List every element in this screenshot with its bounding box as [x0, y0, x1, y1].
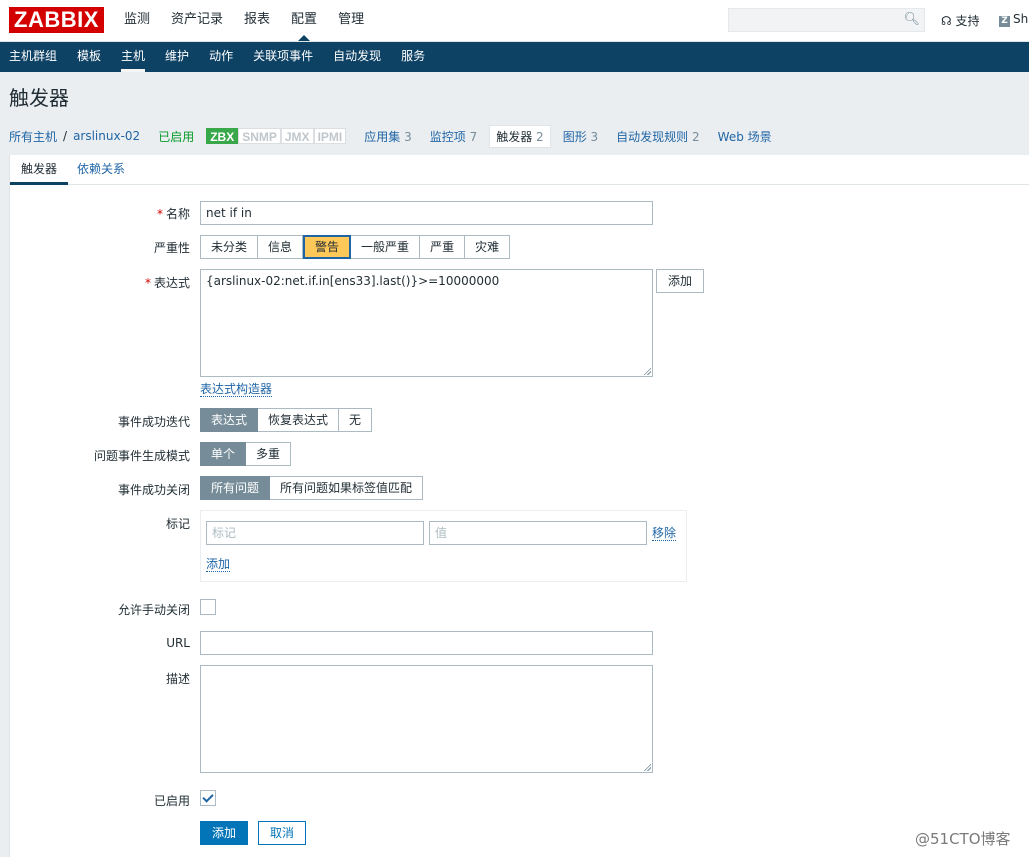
page-title: 触发器 [9, 86, 69, 110]
url-input[interactable] [200, 631, 653, 655]
tag-name-input[interactable]: 标记 [206, 521, 424, 545]
breadcrumb-host[interactable]: arslinux-02 [73, 129, 140, 143]
zabbix-logo[interactable]: ZABBIX [9, 7, 104, 33]
expression-add-button[interactable]: 添加 [656, 269, 705, 293]
severity-selector: 未分类 信息 警告 一般严重 严重 灾难 [200, 235, 511, 259]
description-label: 描述 [165, 672, 190, 686]
host-status-enabled[interactable]: 已启用 [158, 128, 194, 145]
ok-closes-all-problems[interactable]: 所有问题 [200, 476, 271, 500]
tag-value-input[interactable]: 值 [429, 521, 647, 545]
submenu-actions[interactable]: 动作 [209, 42, 233, 72]
submenu-maintenance[interactable]: 维护 [165, 42, 189, 72]
ok-event-expression[interactable]: 表达式 [200, 408, 259, 432]
submenu-services[interactable]: 服务 [401, 42, 425, 72]
host-link-triggers[interactable]: 触发器 2 [489, 124, 551, 148]
watermark: @51CTO博客 [915, 830, 1011, 848]
host-link-items[interactable]: 监控项 7 [430, 128, 477, 145]
share-z-icon: Z [999, 16, 1010, 27]
tag-add-link[interactable]: 添加 [206, 557, 231, 572]
host-link-web[interactable]: Web 场景 [718, 128, 772, 145]
name-label: * 名称 [156, 207, 190, 221]
problem-mode-label: 问题事件生成模式 [93, 449, 190, 463]
search-icon[interactable]: 🔍︎ [903, 12, 920, 27]
menu-reports[interactable]: 报表 [244, 0, 270, 42]
availability-ipmi: IPMI [313, 128, 347, 144]
breadcrumb-separator: / [63, 129, 68, 143]
trigger-form: * 名称 net if in 严重性 未分类 信息 警告 一般严重 严重 灾难 *… [9, 185, 1029, 857]
availability-zbx: ZBX [206, 128, 239, 144]
tab-dependencies[interactable]: 依赖关系 [77, 155, 125, 185]
main-menu: 监测 资产记录 报表 配置 管理 [124, 0, 385, 42]
availability-snmp: SNMP [238, 128, 281, 144]
url-label: URL [166, 636, 190, 650]
severity-average[interactable]: 一般严重 [351, 235, 421, 259]
enabled-checkbox[interactable] [200, 790, 216, 806]
name-input[interactable]: net if in [200, 201, 653, 225]
tag-remove-link[interactable]: 移除 [652, 526, 677, 541]
severity-warning[interactable]: 警告 [303, 235, 352, 259]
ok-event-none[interactable]: 无 [339, 408, 373, 432]
severity-information[interactable]: 信息 [258, 235, 304, 259]
expression-constructor-link[interactable]: 表达式构造器 [200, 382, 273, 397]
tags-label: 标记 [165, 517, 190, 531]
menu-configuration[interactable]: 配置 [291, 0, 317, 42]
sub-menu: 主机群组 模板 主机 维护 动作 关联项事件 自动发现 服务 [0, 42, 1029, 72]
submenu-correlation[interactable]: 关联项事件 [253, 42, 313, 72]
expression-textarea[interactable]: {arslinux-02:net.if.in[ens33].last()}>=1… [200, 269, 653, 377]
submenu-discovery[interactable]: 自动发现 [333, 42, 381, 72]
ok-closes-tag-match[interactable]: 所有问题如果标签值匹配 [270, 476, 424, 500]
problem-mode-selector: 单个 多重 [200, 442, 292, 466]
submenu-templates[interactable]: 模板 [77, 42, 101, 72]
headset-icon: ☊ [941, 14, 952, 28]
ok-event-generation-selector: 表达式 恢复表达式 无 [200, 408, 373, 432]
expression-label: * 表达式 [144, 276, 190, 290]
description-textarea[interactable] [200, 665, 653, 773]
availability-indicators: ZBX SNMP JMX IPMI [206, 128, 347, 144]
add-button[interactable]: 添加 [200, 821, 249, 845]
host-link-applications[interactable]: 应用集 3 [364, 128, 411, 145]
severity-not-classified[interactable]: 未分类 [200, 235, 259, 259]
top-bar: ZABBIX 监测 资产记录 报表 配置 管理 🔍︎ ☊ 支持 ZSha [0, 0, 1029, 42]
manual-close-checkbox[interactable] [200, 599, 216, 615]
host-link-discovery[interactable]: 自动发现规则 2 [616, 128, 699, 145]
ok-event-closes-label: 事件成功关闭 [117, 483, 190, 497]
problem-mode-multiple[interactable]: 多重 [246, 442, 292, 466]
menu-inventory[interactable]: 资产记录 [171, 0, 223, 42]
menu-administration[interactable]: 管理 [338, 0, 364, 42]
tags-table: 标记 值 移除 添加 [200, 510, 687, 582]
availability-jmx: JMX [280, 128, 314, 144]
ok-event-generation-label: 事件成功迭代 [117, 415, 190, 429]
ok-event-closes-selector: 所有问题 所有问题如果标签值匹配 [200, 476, 424, 500]
breadcrumb-all-hosts[interactable]: 所有主机 [9, 128, 57, 145]
host-link-graphs[interactable]: 图形 3 [563, 128, 598, 145]
cancel-button[interactable]: 取消 [258, 821, 307, 845]
checkmark-icon [202, 791, 214, 803]
global-search-input[interactable]: 🔍︎ [728, 8, 925, 32]
manual-close-label: 允许手动关闭 [117, 603, 190, 617]
menu-monitoring[interactable]: 监测 [124, 0, 150, 42]
form-tabs: 触发器 依赖关系 [9, 155, 1029, 185]
share-link[interactable]: ZSha [999, 12, 1029, 27]
host-navigation-bar: 所有主机 / arslinux-02 已启用 ZBX SNMP JMX IPMI… [9, 122, 1029, 150]
severity-high[interactable]: 严重 [420, 235, 466, 259]
submenu-host-groups[interactable]: 主机群组 [9, 42, 57, 72]
enabled-label: 已启用 [153, 794, 190, 808]
resize-grip-icon[interactable] [643, 367, 651, 375]
severity-disaster[interactable]: 灾难 [465, 235, 511, 259]
severity-label: 严重性 [153, 241, 190, 255]
tab-trigger[interactable]: 触发器 [10, 155, 69, 185]
submenu-hosts[interactable]: 主机 [121, 42, 146, 72]
problem-mode-single[interactable]: 单个 [200, 442, 247, 466]
resize-grip-icon[interactable] [643, 763, 651, 771]
ok-event-recovery-expression[interactable]: 恢复表达式 [258, 408, 340, 432]
support-link[interactable]: ☊ 支持 [941, 12, 980, 29]
